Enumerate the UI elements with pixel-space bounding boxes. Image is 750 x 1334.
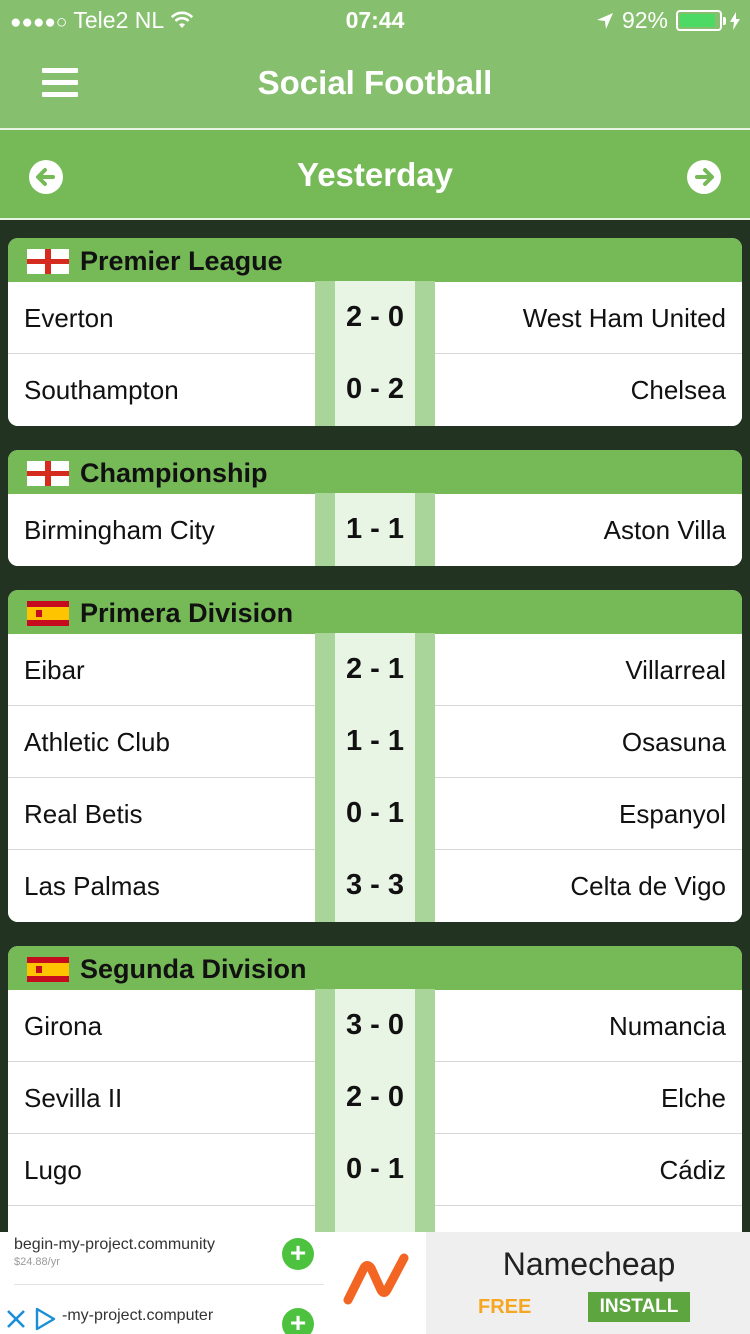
ad-domain-item[interactable]: -my-project.computer	[62, 1307, 213, 1325]
league-name: Segunda Division	[80, 954, 307, 984]
match-score: 0 - 1	[345, 1153, 405, 1185]
match-score: 0 - 1	[345, 797, 405, 829]
match-score: 3 - 3	[345, 869, 405, 901]
add-domain-button[interactable]: +	[282, 1238, 314, 1270]
league-header[interactable]: Primera Division	[8, 590, 742, 634]
away-team: Chelsea	[630, 375, 726, 405]
ad-domain-item[interactable]: begin-my-project.community	[14, 1236, 215, 1254]
match-list[interactable]: Premier League Everton 2 - 0 West Ham Un…	[0, 220, 750, 1232]
match-row[interactable]: Real Betis 0 - 1 Espanyol	[8, 777, 742, 850]
match-score: 3 - 0	[345, 1009, 405, 1041]
league-header[interactable]: Championship	[8, 450, 742, 494]
location-arrow-icon	[596, 12, 613, 29]
match-row[interactable]: Everton 2 - 0 West Ham United	[8, 281, 742, 354]
away-team: Espanyol	[619, 799, 726, 829]
home-team: Birmingham City	[24, 515, 215, 545]
match-row[interactable]: Sevilla II 2 - 0 Elche	[8, 1061, 742, 1134]
england-flag-icon	[27, 249, 69, 274]
away-team: Osasuna	[621, 727, 726, 757]
away-team: Celta de Vigo	[570, 871, 726, 901]
match-row[interactable]: Eibar 2 - 1 Villarreal	[8, 633, 742, 706]
match-row[interactable]: Southampton 0 - 2 Chelsea	[8, 353, 742, 426]
home-team: Real Betis	[24, 799, 143, 829]
match-score: 2 - 1	[345, 653, 405, 685]
next-day-button[interactable]	[687, 160, 721, 194]
league-name: Premier League	[80, 246, 283, 276]
match-row-partial[interactable]	[8, 1205, 742, 1232]
match-score: 1 - 1	[345, 725, 405, 757]
league-card-segunda-division: Segunda Division Girona 3 - 0 Numancia S…	[8, 946, 742, 1232]
home-team: Everton	[24, 303, 114, 333]
away-team: Elche	[660, 1083, 726, 1113]
league-card-premier-league: Premier League Everton 2 - 0 West Ham Un…	[8, 238, 742, 426]
spain-flag-icon	[27, 957, 69, 982]
home-team: Sevilla II	[24, 1083, 123, 1113]
app-title: Social Football	[257, 64, 493, 101]
ad-domain-price: $24.88/yr	[14, 1256, 60, 1268]
match-score: 2 - 0	[345, 1081, 405, 1113]
install-button[interactable]: INSTALL	[588, 1292, 690, 1322]
away-team: Villarreal	[625, 655, 726, 685]
ad-choices-badge[interactable]	[0, 1304, 60, 1334]
home-team: Las Palmas	[24, 871, 160, 901]
match-score: 1 - 1	[345, 513, 405, 545]
home-team: Athletic Club	[24, 727, 170, 757]
ad-choices-icon[interactable]	[32, 1306, 58, 1332]
ad-banner[interactable]: begin-my-project.community $24.88/yr + -…	[0, 1232, 750, 1334]
battery-percent: 92%	[621, 7, 668, 33]
league-card-primera-division: Primera Division Eibar 2 - 1 Villarreal …	[8, 590, 742, 922]
close-icon[interactable]	[3, 1306, 29, 1332]
match-row[interactable]: Girona 3 - 0 Numancia	[8, 989, 742, 1062]
home-team: Lugo	[24, 1155, 82, 1185]
home-team: Girona	[24, 1011, 103, 1041]
away-team: Cádiz	[659, 1155, 726, 1185]
namecheap-logo	[326, 1232, 426, 1334]
league-header[interactable]: Segunda Division	[8, 946, 742, 990]
battery-icon	[676, 10, 726, 31]
match-row[interactable]: Lugo 0 - 1 Cádiz	[8, 1133, 742, 1206]
ad-free-label: FREE	[478, 1296, 532, 1318]
league-card-championship: Championship Birmingham City 1 - 1 Aston…	[8, 450, 742, 566]
divider	[14, 1284, 324, 1285]
league-name: Championship	[80, 458, 268, 488]
match-row[interactable]: Birmingham City 1 - 1 Aston Villa	[8, 493, 742, 566]
home-team: Eibar	[24, 655, 85, 685]
status-bar: ●●●●○ Tele2 NL 07:44 92%	[0, 0, 750, 40]
away-team: West Ham United	[522, 303, 726, 333]
league-name: Primera Division	[80, 598, 294, 628]
match-row[interactable]: Athletic Club 1 - 1 Osasuna	[8, 705, 742, 778]
league-header[interactable]: Premier League	[8, 238, 742, 282]
spain-flag-icon	[27, 601, 69, 626]
add-domain-button[interactable]: +	[282, 1308, 314, 1334]
england-flag-icon	[27, 461, 69, 486]
date-navigation: Yesterday	[0, 130, 750, 218]
match-score: 2 - 0	[345, 301, 405, 333]
date-title: Yesterday	[297, 156, 453, 193]
match-score: 0 - 2	[345, 373, 405, 405]
home-team: Southampton	[24, 375, 179, 405]
away-team: Numancia	[608, 1011, 726, 1041]
match-row[interactable]: Las Palmas 3 - 3 Celta de Vigo	[8, 849, 742, 922]
away-team: Aston Villa	[603, 515, 726, 545]
arrow-right-icon	[695, 168, 714, 186]
charging-bolt-icon	[730, 11, 740, 30]
ad-brand-name: Namecheap	[502, 1246, 676, 1282]
navigation-bar: Social Football	[0, 40, 750, 128]
